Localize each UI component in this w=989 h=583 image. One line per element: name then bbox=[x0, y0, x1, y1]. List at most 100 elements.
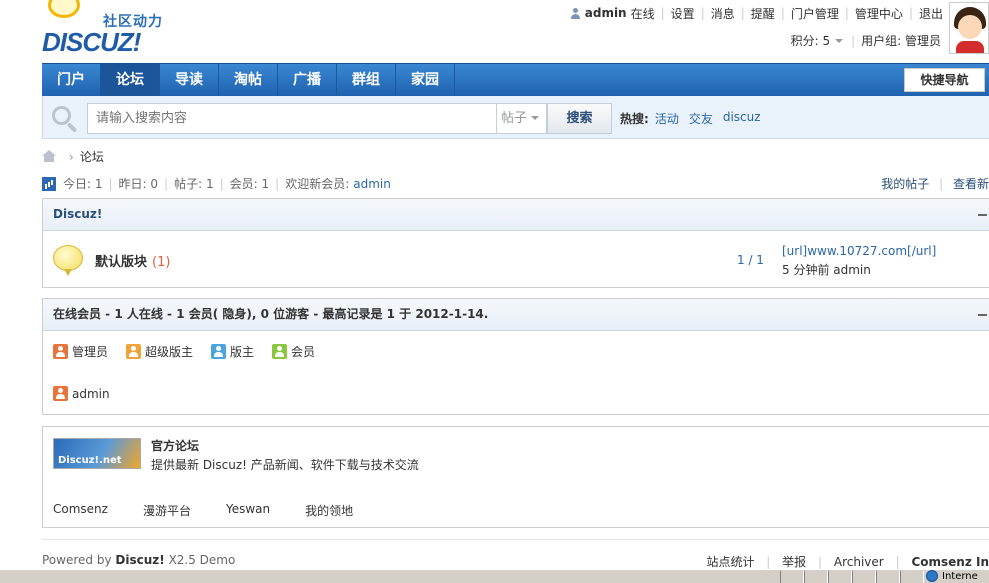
footer-divider bbox=[42, 539, 989, 540]
divider: | bbox=[164, 176, 169, 191]
portal-admin-link[interactable]: 门户管理 bbox=[791, 5, 839, 22]
avatar-body bbox=[956, 41, 984, 53]
divider: | bbox=[851, 33, 856, 48]
powered-by: Powered by bbox=[42, 553, 112, 567]
stat-today: 今日: 1 bbox=[63, 177, 103, 191]
member-user-icon bbox=[272, 344, 288, 359]
divider: | bbox=[700, 6, 705, 20]
divider: | bbox=[895, 555, 900, 569]
search-icon bbox=[52, 106, 78, 133]
link-manyou[interactable]: 漫游平台 bbox=[143, 502, 191, 519]
admin-center-link[interactable]: 管理中心 bbox=[855, 5, 903, 22]
zone-label: Interne bbox=[942, 570, 978, 582]
messages-link[interactable]: 消息 bbox=[711, 5, 735, 22]
breadcrumb-forum[interactable]: 论坛 bbox=[80, 148, 104, 165]
link-my-domain[interactable]: 我的领地 bbox=[305, 502, 353, 519]
comsenz-link[interactable]: Comsenz In bbox=[911, 555, 989, 569]
nav-home[interactable]: 家园 bbox=[396, 64, 455, 97]
globe-icon bbox=[926, 570, 938, 582]
forum-row: 默认版块 (1) bbox=[95, 251, 170, 270]
nav-guide[interactable]: 导读 bbox=[160, 64, 219, 97]
username-link[interactable]: admin bbox=[585, 6, 627, 20]
status-cell bbox=[900, 571, 924, 583]
logo-text[interactable]: DISCUZ! bbox=[42, 27, 141, 58]
notices-link[interactable]: 提醒 bbox=[751, 5, 775, 22]
nav-collection[interactable]: 淘帖 bbox=[219, 64, 278, 97]
settings-link[interactable]: 设置 bbox=[671, 5, 695, 22]
points-dropdown[interactable]: 积分: 5 bbox=[791, 32, 831, 49]
online-header[interactable]: 在线会员 - 1 人在线 - 1 会员( 隐身), 0 位游客 - 最高记录是 … bbox=[43, 299, 989, 331]
status-cell bbox=[828, 571, 852, 583]
discuz-net-logo[interactable]: Discuz!.net bbox=[53, 438, 141, 469]
nav-portal[interactable]: 门户 bbox=[42, 64, 101, 97]
quick-nav-button[interactable]: 快捷导航 bbox=[904, 68, 985, 92]
search-type-value: 帖子 bbox=[501, 111, 528, 126]
divider: | bbox=[780, 6, 785, 20]
divider: | bbox=[660, 6, 665, 20]
link-yeswan[interactable]: Yeswan bbox=[226, 502, 270, 519]
forum-today-count: (1) bbox=[152, 255, 171, 270]
version: X2.5 Demo bbox=[168, 553, 236, 567]
role-super-moderator: 超级版主 bbox=[126, 343, 193, 360]
official-forum-link[interactable]: 官方论坛 bbox=[151, 437, 199, 454]
forum-name-link[interactable]: 默认版块 bbox=[95, 255, 147, 270]
search-button[interactable]: 搜索 bbox=[547, 103, 612, 134]
divider: | bbox=[939, 177, 944, 191]
moderator-user-icon bbox=[211, 344, 227, 359]
collapse-icon[interactable] bbox=[978, 314, 987, 316]
usergroup-link[interactable]: 用户组: 管理员 bbox=[861, 32, 941, 49]
search-type-select[interactable]: 帖子 bbox=[497, 103, 547, 134]
breadcrumb: › 论坛 bbox=[42, 148, 104, 165]
admin-user-icon bbox=[53, 344, 68, 359]
status-cell bbox=[804, 571, 828, 583]
online-title: 在线会员 - 1 人在线 - 1 会员( 隐身), 0 位游客 - 最高记录是 … bbox=[53, 307, 489, 321]
main-nav: 门户 论坛 导读 淘帖 广播 群组 家园 快捷导航 bbox=[42, 63, 989, 97]
role-admin: 管理员 bbox=[53, 343, 108, 360]
last-post-link[interactable]: [url]www.10727.com[/url] bbox=[782, 244, 936, 258]
divider: | bbox=[844, 6, 849, 20]
status-cell bbox=[780, 571, 804, 583]
role-label: 会员 bbox=[291, 345, 316, 359]
online-members-panel: 在线会员 - 1 人在线 - 1 会员( 隐身), 0 位游客 - 最高记录是 … bbox=[42, 298, 989, 415]
forum-stats: 今日: 1 | 昨日: 0 | 帖子: 1 | 会员: 1 | 欢迎新会员: a… bbox=[42, 175, 391, 192]
link-comsenz[interactable]: Comsenz bbox=[53, 502, 108, 519]
browser-status-bar: Interne bbox=[0, 569, 989, 583]
newest-member-link[interactable]: admin bbox=[353, 177, 391, 191]
report-link[interactable]: 举报 bbox=[782, 555, 806, 569]
divider: | bbox=[908, 6, 913, 20]
search-input[interactable] bbox=[87, 103, 497, 134]
nav-broadcast[interactable]: 广播 bbox=[278, 64, 337, 97]
archiver-link[interactable]: Archiver bbox=[834, 555, 884, 569]
user-icon bbox=[570, 7, 581, 19]
hot-link-friends[interactable]: 交友 bbox=[689, 110, 713, 127]
last-post-meta: 5 分钟前 admin bbox=[782, 263, 871, 277]
role-label: 管理员 bbox=[72, 345, 109, 359]
logout-link[interactable]: 退出 bbox=[919, 5, 943, 22]
avatar[interactable] bbox=[949, 2, 989, 54]
forum-threads-posts: 1 / 1 bbox=[737, 253, 764, 267]
chevron-down-icon bbox=[835, 38, 844, 43]
friend-links-panel: Discuz!.net 官方论坛 提供最新 Discuz! 产品新闻、软件下载与… bbox=[42, 426, 989, 528]
hot-link-discuz[interactable]: discuz bbox=[723, 110, 761, 127]
my-posts-link[interactable]: 我的帖子 bbox=[881, 177, 929, 191]
collapse-icon[interactable] bbox=[978, 214, 987, 216]
role-legend: 管理员 超级版主 版主 会员 bbox=[53, 343, 333, 360]
welcome-label: 欢迎新会员: bbox=[285, 177, 350, 191]
site-stats-link[interactable]: 站点统计 bbox=[706, 555, 754, 569]
online-user-link[interactable]: admin bbox=[72, 387, 110, 401]
home-icon[interactable] bbox=[42, 150, 57, 163]
nav-forum[interactable]: 论坛 bbox=[101, 64, 160, 97]
nav-groups[interactable]: 群组 bbox=[337, 64, 396, 97]
view-new-link[interactable]: 查看新 bbox=[953, 177, 989, 191]
stat-posts: 帖子: 1 bbox=[174, 177, 214, 191]
text-links: Comsenz 漫游平台 Yeswan 我的领地 bbox=[53, 502, 388, 519]
hot-link-activity[interactable]: 活动 bbox=[655, 110, 679, 127]
security-zone[interactable]: Interne bbox=[926, 570, 978, 582]
online-status[interactable]: 在线 bbox=[631, 5, 655, 22]
status-cell bbox=[876, 571, 900, 583]
stat-members: 会员: 1 bbox=[229, 177, 270, 191]
discuz-link[interactable]: Discuz! bbox=[115, 553, 164, 567]
category-title[interactable]: Discuz! bbox=[53, 207, 102, 221]
forum-bubble-icon bbox=[53, 245, 83, 276]
nav-items: 门户 论坛 导读 淘帖 广播 群组 家园 bbox=[42, 64, 455, 97]
